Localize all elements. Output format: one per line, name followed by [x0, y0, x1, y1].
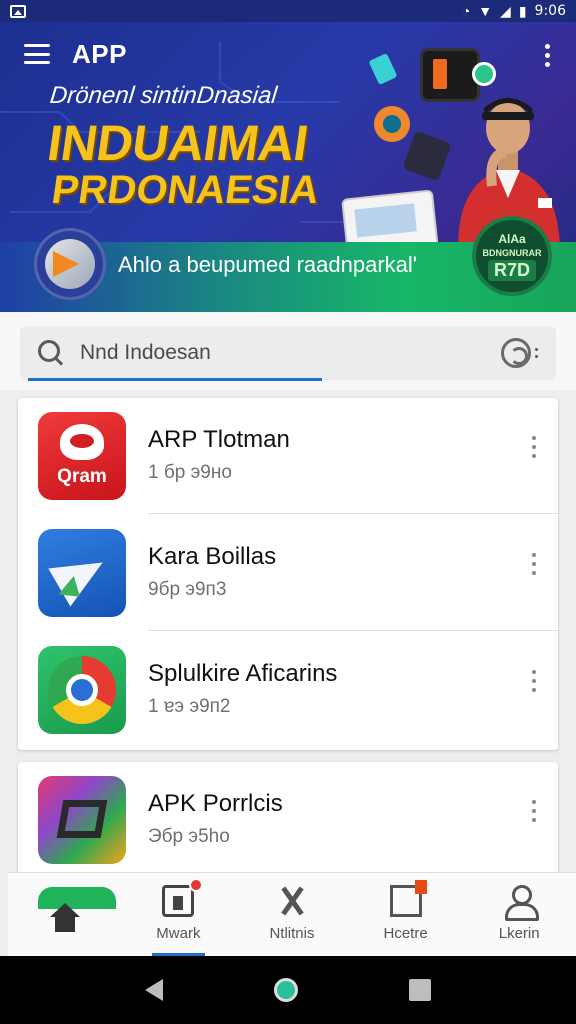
search-options-icon[interactable] — [535, 348, 538, 358]
nav-home[interactable] — [8, 873, 122, 956]
promo-badge[interactable]: AlAa BDNGNURAR R7D — [472, 216, 552, 296]
nav-ntlitnis[interactable]: Ntlitnis — [235, 873, 349, 956]
more-options-icon[interactable] — [532, 800, 536, 822]
more-options-icon[interactable] — [532, 436, 536, 458]
banner-headline-secondary: PRDONAESIA — [48, 168, 322, 212]
colorful-square-icon — [38, 776, 126, 864]
nav-work[interactable]: Mwark — [122, 873, 236, 956]
paper-plane-icon — [38, 529, 126, 617]
list-item[interactable]: APK Porrlcis Эбр э5ho — [18, 762, 558, 878]
app-name: Kara Boillas — [148, 543, 277, 570]
work-icon — [162, 878, 204, 917]
nav-label: Lkerin — [498, 925, 540, 942]
app-list-card: Qram ARP Tlotman 1 бр э9но Kara Boillas … — [18, 398, 558, 750]
badge-line-1: AlAa — [498, 231, 526, 246]
bottom-navigation: Mwark Ntlitnis Hcetre Lkerin — [8, 872, 576, 956]
list-item[interactable]: Kara Boillas 9бр э9п3 — [18, 515, 558, 631]
app-icon-label: Qram — [57, 466, 107, 487]
badge-line-2: BDNGNURAR — [482, 247, 542, 258]
list-item[interactable]: Splulkire Aficarins 1 ɐэ э9п2 — [18, 632, 558, 748]
app-name: Splulkire Aficarins — [148, 660, 338, 687]
status-bar: ◔ ▼ ◢ ▮ 9:06 — [0, 0, 576, 22]
red-app-icon: Qram — [38, 412, 126, 500]
nav-hcetre[interactable]: Hcetre — [349, 873, 463, 956]
app-meta: 1 ɐэ э9п2 — [148, 696, 231, 717]
voice-search-icon[interactable] — [501, 338, 531, 368]
x-icon — [276, 885, 308, 917]
menu-icon[interactable] — [24, 44, 50, 64]
app-title: APP — [72, 38, 127, 69]
banner-tagline: Ahlo a beupumed raadnparkal' — [118, 252, 417, 277]
nav-label: Hcetre — [383, 925, 428, 942]
app-name: APK Porrlcis — [148, 790, 283, 817]
home-icon — [49, 903, 80, 933]
nav-label: Mwark — [156, 925, 201, 942]
signal-icon: ◢ — [500, 2, 511, 19]
notification-dot — [189, 878, 204, 892]
gallery-notification-icon — [10, 4, 26, 18]
system-home-icon[interactable] — [273, 978, 298, 1002]
user-icon — [503, 885, 540, 921]
list-item[interactable]: Qram ARP Tlotman 1 бр э9но — [18, 398, 558, 514]
flag-icon — [389, 880, 427, 917]
more-options-icon[interactable] — [532, 670, 536, 692]
back-icon[interactable] — [145, 979, 164, 1001]
search-focus-underline — [28, 378, 322, 381]
battery-icon: ▮ — [518, 2, 527, 19]
banner-subtitle: Drönenl sintinDnasial — [48, 82, 279, 109]
search-section — [0, 312, 576, 390]
play-logo-icon — [34, 228, 106, 300]
search-icon[interactable] — [38, 340, 64, 366]
overflow-menu-icon[interactable] — [545, 44, 550, 67]
system-navigation-bar — [0, 956, 576, 1024]
wifi-icon: ▼ — [478, 3, 493, 19]
chrome-icon — [38, 646, 126, 734]
app-name: ARP Tlotman — [148, 426, 290, 453]
nav-lkerin[interactable]: Lkerin — [462, 873, 576, 956]
app-meta: 9бр э9п3 — [148, 579, 227, 600]
nav-label: Ntlitnis — [269, 925, 315, 942]
alarm-icon: ◔ — [461, 3, 471, 19]
app-meta: 1 бр э9но — [148, 462, 232, 483]
search-input[interactable] — [80, 341, 501, 365]
search-bar[interactable] — [20, 326, 556, 380]
more-options-icon[interactable] — [532, 553, 536, 575]
promo-banner[interactable]: APP Drönenl sintinDnasial INDUAIMAI PRDO… — [0, 22, 576, 312]
banner-headline: INDUAIMAI — [44, 115, 312, 171]
badge-line-3: R7D — [487, 259, 536, 281]
orb-illustration — [374, 106, 410, 142]
app-meta: Эбр э5ho — [148, 826, 230, 847]
recent-apps-icon[interactable] — [408, 979, 431, 1001]
status-time: 9:06 — [534, 3, 566, 19]
